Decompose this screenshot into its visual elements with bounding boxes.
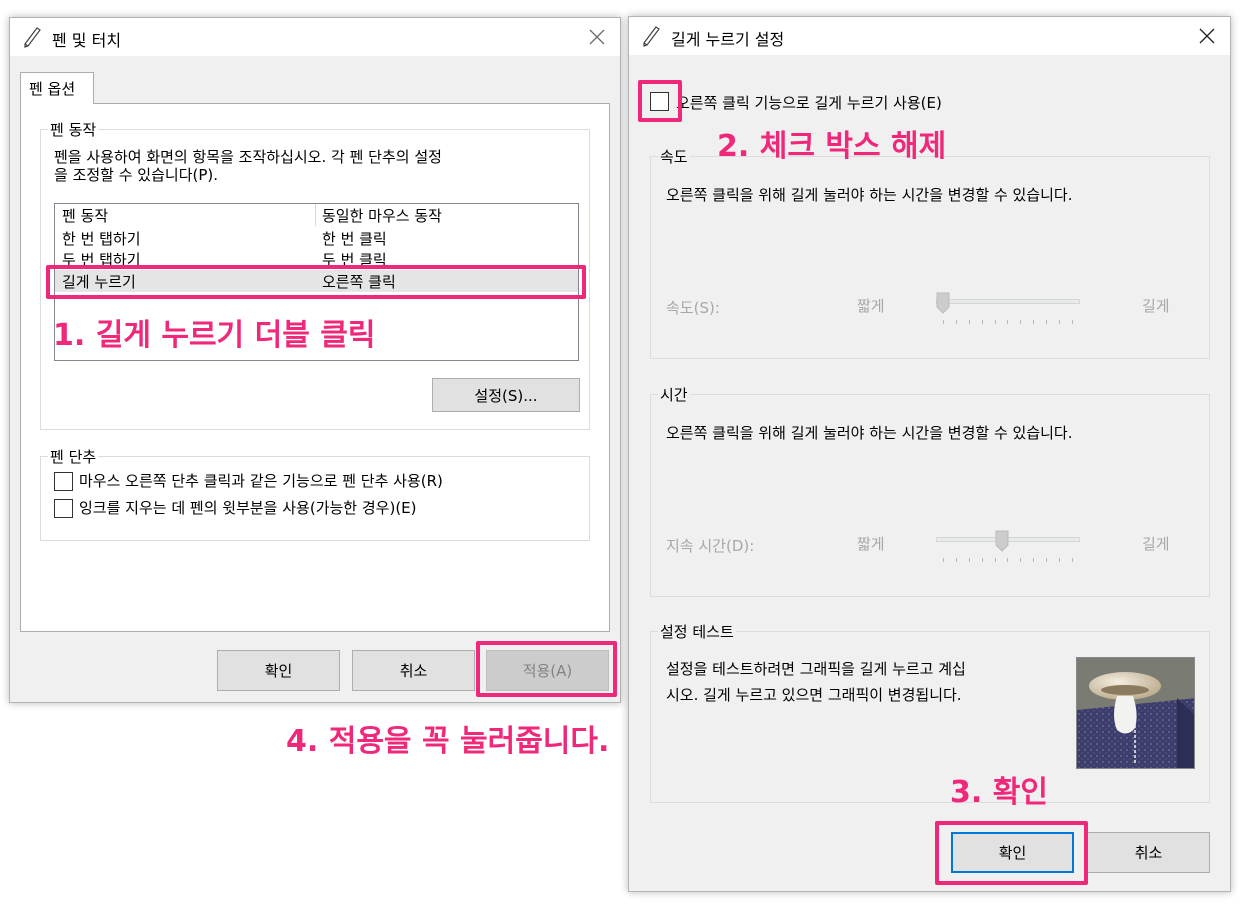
list-item-action: 한 번 탭하기 (62, 230, 141, 248)
close-icon (589, 29, 605, 45)
annotation-step3: 3. 확인 (950, 775, 1048, 810)
annotation-step2: 2. 체크 박스 해제 (717, 129, 947, 164)
time-group: 시간 오른쪽 클릭을 위해 길게 눌러야 하는 시간을 변경할 수 있습니다. … (650, 384, 1210, 597)
settings-button[interactable]: 설정(S)... (432, 378, 580, 412)
speed-min-label: 짧게 (857, 297, 885, 315)
window-title: 길게 누르기 설정 (671, 30, 785, 49)
title-bar: 펜 및 터치 (10, 18, 620, 56)
duration-slider-label: 지속 시간(D): (666, 537, 755, 555)
speed-description: 오른쪽 클릭을 위해 길게 눌러야 하는 시간을 변경할 수 있습니다. (666, 186, 1073, 204)
pen-action-description-line1: 펜을 사용하여 화면의 항목을 조작하십시오. 각 펜 단추의 설정 (54, 148, 442, 166)
annotation-step4: 4. 적용을 꼭 눌러줍니다. (286, 724, 610, 759)
tab-panel: 펜 동작 펜을 사용하여 화면의 항목을 조작하십시오. 각 펜 단추의 설정 … (20, 103, 610, 632)
mushroom-graphic-icon (1077, 658, 1194, 768)
eraser-checkbox[interactable] (54, 499, 73, 518)
list-item-mouse-equivalent: 한 번 클릭 (322, 230, 387, 248)
speed-group: 속도 오른쪽 클릭을 위해 길게 눌러야 하는 시간을 변경할 수 있습니다. … (650, 146, 1210, 359)
highlight-enable-checkbox (638, 80, 682, 122)
header-mouse-action: 동일한 마우스 동작 (322, 207, 442, 225)
cancel-button[interactable]: 취소 (352, 650, 475, 691)
enable-press-and-hold-label[interactable]: 오른쪽 클릭 기능으로 길게 누르기 사용(E) (676, 94, 942, 113)
slider-thumb[interactable] (995, 530, 1009, 552)
close-button[interactable] (574, 18, 620, 56)
test-settings-group: 설정 테스트 설정을 테스트하려면 그래픽을 길게 누르고 계십 시오. 길게 … (650, 621, 1210, 803)
ok-button[interactable]: 확인 (217, 650, 340, 691)
test-settings-group-label: 설정 테스트 (658, 621, 736, 642)
speed-group-label: 속도 (658, 146, 690, 167)
pen-button-group-label: 펜 단추 (48, 446, 99, 467)
window-title: 펜 및 터치 (52, 31, 122, 50)
highlight-ok-button (935, 821, 1088, 885)
close-button[interactable] (1184, 17, 1230, 55)
title-bar: 길게 누르기 설정 (629, 17, 1230, 55)
list-item-single-tap[interactable]: 한 번 탭하기 한 번 클릭 (55, 227, 578, 249)
highlight-press-and-hold-row (46, 265, 586, 299)
speed-slider-label: 속도(S): (666, 299, 720, 317)
header-pen-action: 펜 동작 (62, 207, 109, 225)
duration-max-label: 길게 (1142, 535, 1170, 553)
column-separator (315, 204, 316, 226)
duration-slider[interactable] (936, 530, 1080, 565)
list-header: 펜 동작 동일한 마우스 동작 (55, 204, 578, 226)
duration-min-label: 짧게 (857, 535, 885, 553)
speed-slider[interactable] (936, 292, 1080, 327)
slider-ticks (943, 558, 1073, 562)
annotation-step1: 1. 길게 누르기 더블 클릭 (53, 318, 376, 353)
right-click-pen-button-checkbox[interactable] (54, 472, 73, 491)
test-description-line1: 설정을 테스트하려면 그래픽을 길게 누르고 계십 (666, 660, 966, 678)
pen-and-touch-window: 펜 및 터치 펜 옵션 펜 동작 펜을 사용하여 화면의 항목을 조작하십시오.… (9, 17, 621, 703)
pen-action-description-line2: 을 조정할 수 있습니다(P). (54, 166, 219, 184)
pen-action-group-label: 펜 동작 (48, 119, 99, 140)
time-description: 오른쪽 클릭을 위해 길게 눌러야 하는 시간을 변경할 수 있습니다. (666, 424, 1073, 442)
time-group-label: 시간 (658, 384, 690, 405)
eraser-label[interactable]: 잉크를 지우는 데 펜의 윗부분을 사용(가능한 경우)(E) (79, 499, 417, 518)
test-description-line2: 시오. 길게 누르고 있으면 그래픽이 변경됩니다. (666, 686, 962, 704)
pen-button-group: 펜 단추 마우스 오른쪽 단추 클릭과 같은 기능으로 펜 단추 사용(R) 잉… (40, 446, 590, 541)
slider-ticks (943, 320, 1073, 324)
speed-max-label: 길게 (1142, 297, 1170, 315)
slider-track (936, 299, 1080, 304)
test-graphic[interactable] (1076, 657, 1195, 769)
pen-icon (24, 27, 41, 48)
highlight-apply-button (476, 641, 617, 697)
right-click-pen-button-label[interactable]: 마우스 오른쪽 단추 클릭과 같은 기능으로 펜 단추 사용(R) (79, 472, 443, 491)
cancel-button[interactable]: 취소 (1087, 832, 1210, 873)
close-icon (1199, 28, 1215, 44)
slider-thumb[interactable] (936, 292, 950, 314)
pen-icon (643, 26, 660, 47)
tab-pen-options[interactable]: 펜 옵션 (20, 72, 94, 104)
